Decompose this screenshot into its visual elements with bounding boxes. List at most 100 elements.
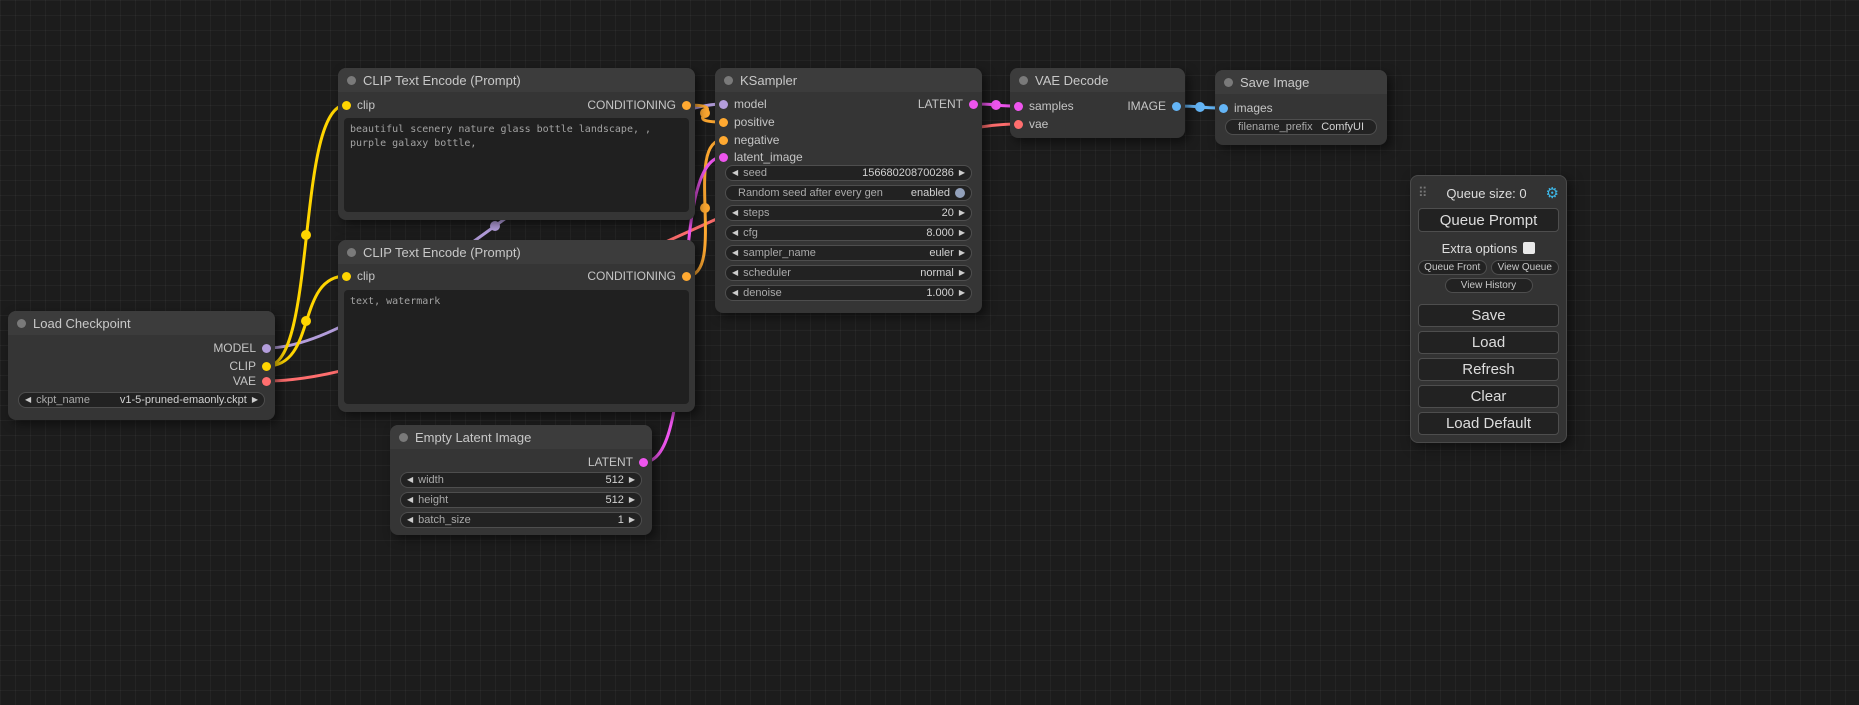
height-widget[interactable]: ◀ height 512 ▶ — [400, 492, 642, 508]
vae-output-dot[interactable] — [262, 377, 271, 386]
node-title-bar[interactable]: CLIP Text Encode (Prompt) — [338, 68, 695, 92]
negative-input-dot[interactable] — [719, 136, 728, 145]
ckpt-name-widget[interactable]: ◀ ckpt_name v1-5-pruned-emaonly.ckpt ▶ — [18, 392, 265, 408]
scheduler-widget[interactable]: ◀ scheduler normal ▶ — [725, 265, 972, 281]
node-load-checkpoint[interactable]: Load Checkpoint MODEL CLIP VAE ◀ ckpt_na… — [8, 311, 275, 420]
next-value-arrow-icon[interactable]: ▶ — [252, 396, 258, 404]
slot-label: negative — [734, 133, 779, 147]
clear-button[interactable]: Clear — [1418, 385, 1559, 408]
input-slot-model: model — [719, 96, 767, 112]
widget-value: enabled — [911, 187, 950, 199]
increment-arrow-icon[interactable]: ▶ — [959, 229, 965, 237]
prev-value-arrow-icon[interactable]: ◀ — [732, 269, 738, 277]
node-collapse-dot[interactable] — [347, 76, 356, 85]
queue-prompt-button[interactable]: Queue Prompt — [1418, 208, 1559, 232]
load-default-button[interactable]: Load Default — [1418, 412, 1559, 435]
latent-image-input-dot[interactable] — [719, 153, 728, 162]
node-title-bar[interactable]: Empty Latent Image — [390, 425, 652, 449]
model-output-dot[interactable] — [262, 344, 271, 353]
clip-input-dot[interactable] — [342, 101, 351, 110]
node-save-image[interactable]: Save Image images filename_prefix ComfyU… — [1215, 70, 1387, 145]
prev-value-arrow-icon[interactable]: ◀ — [25, 396, 31, 404]
batch-size-widget[interactable]: ◀ batch_size 1 ▶ — [400, 512, 642, 528]
random-seed-toggle-dot[interactable] — [955, 188, 965, 198]
node-title: Empty Latent Image — [415, 430, 531, 445]
slot-label: CONDITIONING — [587, 98, 676, 112]
decrement-arrow-icon[interactable]: ◀ — [732, 169, 738, 177]
vae-input-dot[interactable] — [1014, 120, 1023, 129]
prompt-text-area[interactable]: beautiful scenery nature glass bottle la… — [344, 118, 689, 212]
increment-arrow-icon[interactable]: ▶ — [959, 289, 965, 297]
node-collapse-dot[interactable] — [1224, 78, 1233, 87]
node-title-bar[interactable]: Save Image — [1215, 70, 1387, 94]
node-collapse-dot[interactable] — [17, 319, 26, 328]
steps-widget[interactable]: ◀ steps 20 ▶ — [725, 205, 972, 221]
samples-input-dot[interactable] — [1014, 102, 1023, 111]
conditioning-output-dot[interactable] — [682, 272, 691, 281]
widget-value: v1-5-pruned-emaonly.ckpt — [120, 394, 247, 406]
model-input-dot[interactable] — [719, 100, 728, 109]
increment-arrow-icon[interactable]: ▶ — [959, 209, 965, 217]
node-title-bar[interactable]: VAE Decode — [1010, 68, 1185, 92]
increment-arrow-icon[interactable]: ▶ — [629, 516, 635, 524]
seed-widget[interactable]: ◀ seed 156680208700286 ▶ — [725, 165, 972, 181]
input-slot-clip: clip — [342, 97, 375, 113]
node-title-bar[interactable]: KSampler — [715, 68, 982, 92]
queue-buttons-row: Queue Front View Queue — [1418, 260, 1559, 275]
slot-label: MODEL — [213, 341, 256, 355]
input-slot-clip: clip — [342, 268, 375, 284]
decrement-arrow-icon[interactable]: ◀ — [407, 516, 413, 524]
node-clip-text-encode-negative[interactable]: CLIP Text Encode (Prompt) clip CONDITION… — [338, 240, 695, 412]
link-dot-cond1 — [700, 108, 710, 118]
increment-arrow-icon[interactable]: ▶ — [959, 169, 965, 177]
node-collapse-dot[interactable] — [347, 248, 356, 257]
node-collapse-dot[interactable] — [1019, 76, 1028, 85]
node-clip-text-encode-positive[interactable]: CLIP Text Encode (Prompt) clip CONDITION… — [338, 68, 695, 220]
next-value-arrow-icon[interactable]: ▶ — [959, 269, 965, 277]
random-seed-widget[interactable]: Random seed after every gen enabled — [725, 185, 972, 201]
node-vae-decode[interactable]: VAE Decode samples vae IMAGE — [1010, 68, 1185, 138]
denoise-widget[interactable]: ◀ denoise 1.000 ▶ — [725, 285, 972, 301]
clip-input-dot[interactable] — [342, 272, 351, 281]
conditioning-output-dot[interactable] — [682, 101, 691, 110]
node-title-bar[interactable]: CLIP Text Encode (Prompt) — [338, 240, 695, 264]
load-button[interactable]: Load — [1418, 331, 1559, 354]
image-output-dot[interactable] — [1172, 102, 1181, 111]
cfg-widget[interactable]: ◀ cfg 8.000 ▶ — [725, 225, 972, 241]
latent-output-dot[interactable] — [639, 458, 648, 467]
decrement-arrow-icon[interactable]: ◀ — [732, 229, 738, 237]
refresh-button[interactable]: Refresh — [1418, 358, 1559, 381]
node-title-bar[interactable]: Load Checkpoint — [8, 311, 275, 335]
save-button[interactable]: Save — [1418, 304, 1559, 327]
node-empty-latent-image[interactable]: Empty Latent Image LATENT ◀ width 512 ▶ … — [390, 425, 652, 535]
filename-prefix-widget[interactable]: filename_prefix ComfyUI — [1225, 119, 1377, 135]
images-input-dot[interactable] — [1219, 104, 1228, 113]
queue-front-button[interactable]: Queue Front — [1418, 260, 1487, 275]
prompt-text-area[interactable]: text, watermark — [344, 290, 689, 404]
node-collapse-dot[interactable] — [399, 433, 408, 442]
width-widget[interactable]: ◀ width 512 ▶ — [400, 472, 642, 488]
extra-options-checkbox[interactable] — [1523, 242, 1535, 254]
node-ksampler[interactable]: KSampler model positive negative latent_… — [715, 68, 982, 313]
decrement-arrow-icon[interactable]: ◀ — [732, 289, 738, 297]
view-queue-button[interactable]: View Queue — [1491, 260, 1560, 275]
sampler-name-widget[interactable]: ◀ sampler_name euler ▶ — [725, 245, 972, 261]
increment-arrow-icon[interactable]: ▶ — [629, 496, 635, 504]
view-history-button[interactable]: View History — [1445, 278, 1533, 293]
latent-output-dot[interactable] — [969, 100, 978, 109]
next-value-arrow-icon[interactable]: ▶ — [959, 249, 965, 257]
widget-name: filename_prefix — [1232, 121, 1316, 133]
decrement-arrow-icon[interactable]: ◀ — [732, 209, 738, 217]
slot-label: samples — [1029, 99, 1074, 113]
decrement-arrow-icon[interactable]: ◀ — [407, 496, 413, 504]
node-collapse-dot[interactable] — [724, 76, 733, 85]
positive-input-dot[interactable] — [719, 118, 728, 127]
clip-output-dot[interactable] — [262, 362, 271, 371]
link-dot-clip2 — [301, 316, 311, 326]
slot-label: clip — [357, 98, 375, 112]
increment-arrow-icon[interactable]: ▶ — [629, 476, 635, 484]
decrement-arrow-icon[interactable]: ◀ — [407, 476, 413, 484]
drag-handle-icon[interactable]: ⠿ — [1418, 185, 1428, 201]
prev-value-arrow-icon[interactable]: ◀ — [732, 249, 738, 257]
settings-gear-icon[interactable]: ⚙ — [1546, 186, 1559, 201]
